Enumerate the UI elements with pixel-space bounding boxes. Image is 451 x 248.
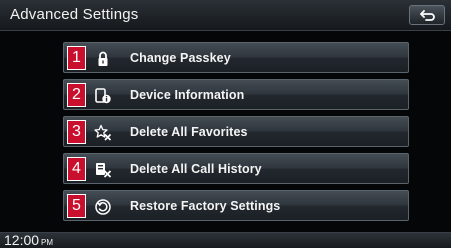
menu-item-label: Change Passkey xyxy=(130,51,231,65)
menu-item-delete-all-call-history[interactable]: 4 Delete All Call History xyxy=(63,153,409,184)
menu-item-label: Restore Factory Settings xyxy=(130,199,281,213)
menu-item-label: Delete All Call History xyxy=(130,162,262,176)
item-number-badge: 4 xyxy=(67,157,86,181)
item-number-badge: 5 xyxy=(67,194,86,218)
menu-item-change-passkey[interactable]: 1 Change Passkey xyxy=(63,42,409,73)
menu-item-restore-factory-settings[interactable]: 5 Restore Factory Settings xyxy=(63,190,409,221)
item-number-badge: 1 xyxy=(67,46,86,70)
advanced-settings-screen: Advanced Settings 1 Change Passkey 2 Dev… xyxy=(0,0,451,248)
back-button[interactable] xyxy=(409,5,445,25)
menu-item-label: Device Information xyxy=(130,88,245,102)
item-number-badge: 2 xyxy=(67,83,86,107)
clock-ampm: PM xyxy=(41,238,54,247)
back-arrow-icon xyxy=(420,10,435,21)
menu-item-label: Delete All Favorites xyxy=(130,125,248,139)
menu-item-device-information[interactable]: 2 Device Information xyxy=(63,79,409,110)
menu-item-delete-all-favorites[interactable]: 3 Delete All Favorites xyxy=(63,116,409,147)
clock-time: 12:00 xyxy=(4,232,40,248)
restore-settings-icon xyxy=(95,199,111,215)
delete-favorites-icon xyxy=(94,124,112,141)
header-bar: Advanced Settings xyxy=(0,0,451,31)
item-number-badge: 3 xyxy=(67,120,86,144)
clock: 12:00 PM xyxy=(4,232,53,248)
delete-call-history-icon xyxy=(96,163,112,178)
page-title: Advanced Settings xyxy=(10,6,139,23)
device-info-icon xyxy=(95,88,111,104)
lock-icon xyxy=(98,51,108,66)
status-bar: 12:00 PM xyxy=(0,232,451,248)
